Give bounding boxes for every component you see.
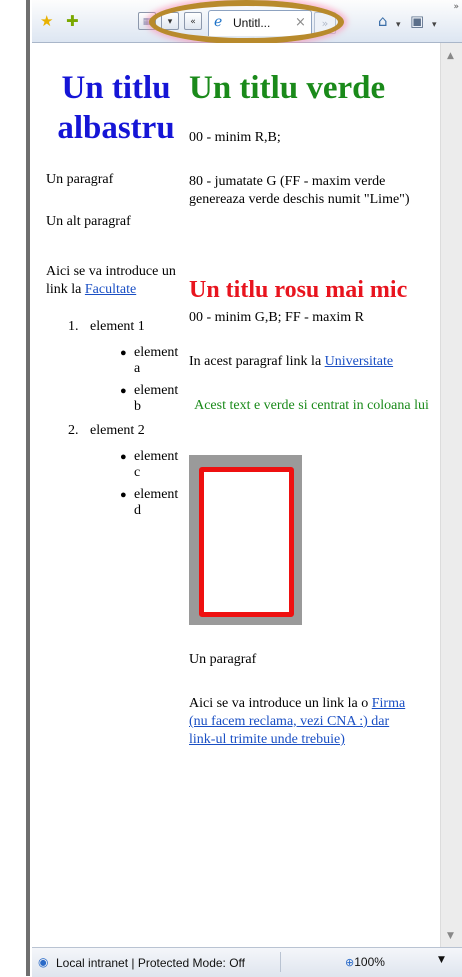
tab-untitled[interactable]: ℯ Untitl... × [208,10,312,36]
list-number-1: 1. [68,319,79,334]
zoom-icon: ⊕ [345,956,355,969]
red-bordered-box [189,455,302,625]
home-icon[interactable]: ⌂ [378,12,388,30]
right-paragraph-1: 00 - minim R,B; [189,130,281,145]
status-bar: ◉ Local intranet | Protected Mode: Off ⊕… [32,947,462,977]
window-left-edge [0,0,32,976]
centered-green-text: Acest text e verde si centrat in coloana… [194,398,429,413]
bullet-icon: ● [120,347,127,359]
facultate-link[interactable]: Facultate [85,282,136,297]
title-red: Un titlu rosu mai mic [189,276,408,303]
scroll-down-icon[interactable]: ▼ [447,931,454,941]
favorites-star-icon[interactable]: ★ [40,12,53,30]
list-subitem-d: element d [134,487,179,518]
zoom-level[interactable]: ⊕100% [345,955,385,969]
universitate-link[interactable]: Universitate [325,354,393,369]
right-link2-paragraph: Aici se va introduce un link la o Firma … [189,695,414,749]
right-link-paragraph: In acest paragraf link la Universitate [189,353,393,371]
list-item-2: element 2 [90,423,145,438]
left-paragraph-1: Un paragraf [46,172,114,187]
quick-tabs-icon[interactable]: ▦ [138,12,156,30]
right-paragraph-4: Un paragraf [189,652,257,667]
toolbar-overflow-icon[interactable]: » [453,2,459,12]
right-paragraph-3: 00 - minim G,B; FF - maxim R [189,310,365,325]
list-subitem-b: element b [134,383,179,414]
window-border [26,0,30,976]
scroll-up-icon[interactable]: ▲ [447,51,454,61]
feeds-icon[interactable]: ▣ [410,12,424,30]
right-paragraph-2: 80 - jumatate G (FF - maxim verde genere… [189,174,410,207]
bullet-icon: ● [120,451,127,463]
page-content: Un titlu albastru Un paragraf Un alt par… [32,43,440,947]
status-separator [280,952,281,972]
feeds-dropdown-icon[interactable]: ▾ [432,16,437,34]
add-favorites-icon[interactable]: ✚ [66,12,79,30]
bullet-icon: ● [120,385,127,397]
vertical-scrollbar[interactable]: ▲ ▼ [440,43,462,947]
title-blue: Un titlu albastru [57,70,175,146]
tab-scroll-left-icon[interactable]: « [184,12,202,30]
left-paragraph-2: Un alt paragraf [46,214,131,229]
intranet-zone-icon: ◉ [38,955,49,969]
list-subitem-c: element c [134,449,179,480]
tab-close-icon[interactable]: × [295,15,306,30]
bullet-icon: ● [120,489,127,501]
list-subitem-a: element a [134,345,179,376]
right-link2-intro: Aici se va introduce un link la o [189,696,369,711]
list-number-2: 2. [68,423,79,438]
title-green: Un titlu verde [189,70,386,106]
zoom-value: 100% [354,955,385,969]
home-dropdown-icon[interactable]: ▾ [396,16,401,34]
browser-toolbar: ★ ✚ ▦ ▾ « ℯ Untitl... × » ⌂ ▾ ▣ ▾ » [32,0,462,44]
left-link-paragraph: Aici se va introduce un link la Facultat… [46,263,186,299]
new-tab-button[interactable]: » [314,12,336,34]
zone-status-text: Local intranet | Protected Mode: Off [56,956,245,970]
list-item-1: element 1 [90,319,145,334]
zoom-dropdown-icon[interactable]: ▼ [438,955,445,965]
ie-page-icon: ℯ [214,14,223,30]
tab-list-icon[interactable]: ▾ [161,12,179,30]
right-link-intro: In acest paragraf link la [189,354,322,369]
tab-title: Untitl... [233,16,271,30]
red-box-inner [199,467,294,617]
